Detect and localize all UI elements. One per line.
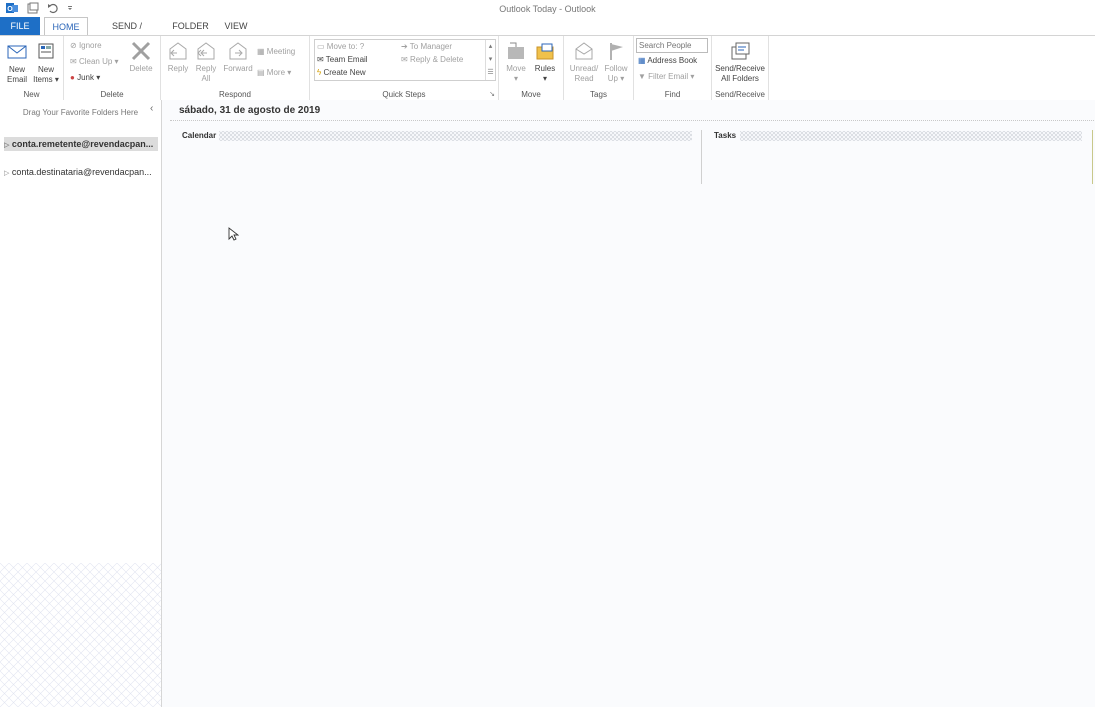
more-respond-button[interactable]: ▤ More ▾ [257,66,291,79]
new-items-icon [38,43,54,59]
group-send-receive: Send/Receive All Folders Send/Receive [712,36,769,100]
ribbon: New Email New Items ▾ New ⊘ Ignore ✉ Cle… [0,35,1095,101]
group-move: Move ▾ Rules ▾ Move [499,36,564,100]
folder-pane: Drag Your Favorite Folders Here ‹ ▷ cont… [0,100,162,707]
group-label-respond: Respond [218,90,252,99]
to-manager-icon: ➔ [401,42,408,52]
quick-steps-launcher-icon[interactable]: ↘ [489,90,495,98]
tab-file[interactable]: FILE [0,17,40,35]
group-label-tags: Tags [590,90,607,99]
group-label-quick-steps: Quick Steps [382,90,426,99]
group-label-send-receive: Send/Receive [715,90,765,99]
delete-button[interactable]: Delete [126,41,156,74]
reply-all-icon [197,42,215,60]
group-label-delete: Delete [100,90,124,99]
ignore-button[interactable]: ⊘ Ignore [70,39,102,52]
favorites-drop-area: Drag Your Favorite Folders Here [22,108,139,117]
pane-background-pattern [0,563,161,707]
section-divider [701,130,702,184]
junk-button[interactable]: ● Junk ▾ [70,71,100,84]
reply-all-button[interactable]: Reply All [192,41,220,84]
reply-icon [169,42,187,60]
more-icon: ▤ [257,68,265,78]
meeting-button[interactable]: ▦ Meeting [257,45,295,58]
follow-up-button[interactable]: Follow Up ▾ [602,41,630,84]
tasks-section-header[interactable]: Tasks [714,131,736,141]
collapse-pane-icon[interactable]: ‹ [150,103,153,114]
group-respond: Reply Reply All Forward ▦ Meeting ▤ More… [161,36,310,100]
title-bar: O Outlook Today - Outlook [0,0,1095,17]
ribbon-tabs: FILE HOME SEND / RECEIVE FOLDER VIEW [0,17,1095,49]
rules-button[interactable]: Rules ▾ [531,41,559,84]
meeting-icon: ▦ [257,47,265,57]
qs-to-manager[interactable]: ➔ To Manager [401,40,452,53]
quick-steps-gallery: ▭ Move to: ? ✉ Team Email ϟ Create New ➔… [314,39,496,81]
window-title: Outlook Today - Outlook [499,4,596,14]
reply-delete-icon: ✉ [401,55,408,65]
tab-view[interactable]: VIEW [218,17,254,35]
forward-button[interactable]: Forward [221,41,255,74]
unread-read-button[interactable]: Unread/ Read [566,41,602,84]
flag-icon [610,43,623,60]
reply-button[interactable]: Reply [164,41,192,74]
mouse-cursor-icon [228,227,239,241]
account-remetente[interactable]: ▷ conta.remetente@revendacpan... [4,137,158,151]
search-people-input[interactable] [636,38,708,53]
tasks-right-border [1092,130,1093,184]
junk-icon: ● [70,73,75,83]
forward-icon [229,42,247,60]
header-divider [170,120,1094,121]
new-items-button[interactable]: New Items ▾ [31,42,61,85]
qs-move-to[interactable]: ▭ Move to: ? [317,40,364,53]
move-to-icon: ▭ [317,42,325,52]
group-quick-steps: ▭ Move to: ? ✉ Team Email ϟ Create New ➔… [310,36,499,100]
group-label-move: Move [521,90,541,99]
filter-email-button[interactable]: ▼ Filter Email ▾ [638,70,694,83]
address-book-button[interactable]: ▦ Address Book [638,54,697,67]
team-email-icon: ✉ [317,55,324,65]
rules-icon [536,43,554,60]
tasks-header-pattern [740,131,1082,141]
qs-reply-delete[interactable]: ✉ Reply & Delete [401,53,463,66]
lightning-icon: ϟ [317,68,322,78]
send-receive-icon [731,42,750,60]
filter-icon: ▼ [638,72,646,82]
group-delete: ⊘ Ignore ✉ Clean Up ▾ ● Junk ▾ Delete De… [64,36,161,100]
tab-folder[interactable]: FOLDER [168,17,213,35]
calendar-section-header[interactable]: Calendar [182,131,216,141]
cleanup-button[interactable]: ✉ Clean Up ▾ [70,55,119,68]
quick-steps-scroll[interactable]: ▴ ▾ ☰ [485,40,495,80]
account-destinataria[interactable]: ▷ conta.destinataria@revendacpan... [4,165,158,179]
tab-home[interactable]: HOME [44,17,88,36]
group-find: ▦ Address Book ▼ Filter Email ▾ Find [634,36,712,100]
group-label-find: Find [664,90,681,99]
expand-arrow-icon[interactable]: ▷ [4,142,9,149]
group-tags: Unread/ Read Follow Up ▾ Tags [564,36,634,100]
calendar-header-pattern [219,131,692,141]
address-book-icon: ▦ [638,56,646,66]
outlook-today-pane: sábado, 31 de agosto de 2019 Calendar Ta… [162,100,1095,707]
move-button[interactable]: Move ▾ [502,41,530,84]
ignore-icon: ⊘ [70,41,77,51]
send-receive-all-button[interactable]: Send/Receive All Folders [713,41,767,84]
qs-team-email[interactable]: ✉ Team Email [317,53,368,66]
group-new: New Email New Items ▾ New [0,36,64,100]
today-date: sábado, 31 de agosto de 2019 [179,105,321,116]
move-folder-icon [508,42,524,59]
qs-create-new[interactable]: ϟ Create New [317,66,366,79]
group-label-new: New [23,90,40,99]
cleanup-icon: ✉ [70,57,77,67]
tab-send-receive[interactable]: SEND / RECEIVE [92,17,162,49]
new-email-button[interactable]: New Email [3,42,31,85]
new-email-icon [7,45,27,59]
delete-x-icon [131,41,151,61]
envelope-open-icon [575,42,593,60]
expand-arrow-icon[interactable]: ▷ [4,170,9,177]
